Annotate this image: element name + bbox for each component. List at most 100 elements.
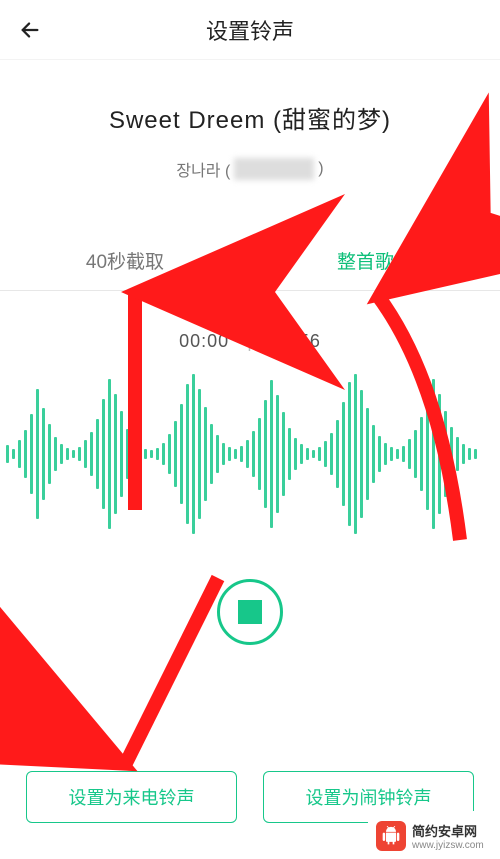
waveform-bar [114, 394, 117, 514]
set-call-ringtone-button[interactable]: 设置为来电铃声 [26, 771, 237, 823]
waveform-bar [426, 398, 429, 510]
waveform-bar [186, 384, 189, 524]
waveform-bar [366, 408, 369, 500]
annotation-arrow-3 [125, 578, 218, 765]
waveform-bar [60, 444, 63, 464]
waveform-bar [468, 448, 471, 460]
waveform-bar [192, 374, 195, 534]
watermark-url: www.jyizsw.com [412, 840, 484, 851]
waveform-bar [282, 412, 285, 496]
waveform-bar [264, 400, 267, 508]
artist-name: 장나라 ( [176, 157, 230, 181]
waveform-bar [474, 449, 477, 459]
waveform-bar [408, 439, 411, 469]
time-separator: | [247, 331, 253, 351]
waveform-bar [30, 414, 33, 494]
waveform-bar [54, 437, 57, 471]
back-icon[interactable] [14, 14, 46, 46]
waveform-bar [210, 424, 213, 484]
time-display: 00:00 | 03:56 [0, 331, 500, 352]
waveform-bar [252, 431, 255, 477]
page-title: 设置铃声 [206, 14, 294, 46]
stop-icon [238, 600, 262, 624]
header-bar: 设置铃声 [0, 0, 500, 60]
waveform-bar [414, 430, 417, 478]
waveform-bar [288, 428, 291, 480]
waveform-bar [24, 430, 27, 478]
waveform-bar [294, 438, 297, 470]
waveform-bar [234, 449, 237, 459]
waveform-bar [96, 419, 99, 489]
waveform-bar [348, 382, 351, 526]
stop-button[interactable] [217, 579, 283, 645]
waveform-bar [126, 429, 129, 479]
waveform-bar [6, 445, 9, 463]
waveform-bar [132, 439, 135, 469]
waveform-bar [12, 449, 15, 459]
waveform-bar [84, 440, 87, 468]
waveform-bar [102, 399, 105, 509]
waveform-bar [18, 440, 21, 468]
waveform-bar [378, 436, 381, 472]
tab-full-song[interactable]: 整首歌曲 [250, 231, 500, 290]
waveform-bar [216, 435, 219, 473]
waveform-bar [42, 408, 45, 500]
waveform-bar [336, 420, 339, 488]
waveform-bar [240, 446, 243, 462]
waveform-bar [312, 450, 315, 458]
waveform-bar [78, 447, 81, 461]
waveform-bar [246, 440, 249, 468]
waveform-bar [462, 444, 465, 464]
waveform-bar [318, 447, 321, 461]
mode-tabs: 40秒截取 整首歌曲 [0, 231, 500, 291]
waveform-bar [90, 432, 93, 476]
waveform-bar [444, 411, 447, 497]
time-current: 00:00 [179, 331, 229, 351]
song-info: Sweet Dreem (甜蜜的梦) 장나라 ( ) [0, 60, 500, 191]
waveform-bar [306, 448, 309, 460]
waveform-bar [228, 447, 231, 461]
waveform-bar [450, 427, 453, 481]
waveform-bar [276, 395, 279, 513]
waveform-bar [156, 448, 159, 460]
waveform[interactable] [0, 364, 500, 544]
waveform-bar [324, 441, 327, 467]
waveform-bar [204, 407, 207, 501]
waveform-bar [144, 449, 147, 459]
android-icon [376, 821, 406, 851]
waveform-bar [174, 421, 177, 487]
waveform-bar [36, 389, 39, 519]
waveform-bar [354, 374, 357, 534]
waveform-bar [300, 444, 303, 464]
waveform-bar [48, 424, 51, 484]
waveform-bar [198, 389, 201, 519]
waveform-bar [432, 379, 435, 529]
waveform-bar [372, 425, 375, 483]
redacted-text [234, 158, 314, 180]
waveform-bar [402, 446, 405, 462]
waveform-bar [342, 402, 345, 506]
tab-40s-clip[interactable]: 40秒截取 [0, 231, 250, 290]
waveform-bar [66, 448, 69, 460]
waveform-bar [222, 443, 225, 465]
waveform-bar [396, 449, 399, 459]
waveform-bar [150, 450, 153, 458]
waveform-bar [258, 418, 261, 490]
time-total: 03:56 [271, 331, 321, 351]
waveform-bar [384, 443, 387, 465]
waveform-bar [180, 404, 183, 504]
waveform-bar [108, 379, 111, 529]
waveform-bar [120, 411, 123, 497]
waveform-bar [138, 445, 141, 463]
set-alarm-ringtone-button[interactable]: 设置为闹钟铃声 [263, 771, 474, 823]
action-row: 设置为来电铃声 设置为闹钟铃声 [0, 771, 500, 823]
waveform-bar [438, 394, 441, 514]
song-title: Sweet Dreem (甜蜜的梦) [20, 100, 480, 135]
artist-close-paren: ) [318, 160, 323, 178]
artist-row: 장나라 ( ) [20, 157, 480, 181]
waveform-bar [168, 434, 171, 474]
waveform-bar [360, 390, 363, 518]
waveform-bar [456, 437, 459, 471]
waveform-bar [270, 380, 273, 528]
waveform-bar [330, 433, 333, 475]
